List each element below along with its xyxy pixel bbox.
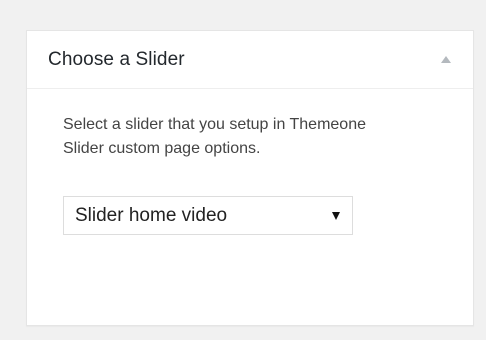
slider-select[interactable]: Slider home video (63, 196, 353, 235)
metabox-title: Choose a Slider (48, 48, 185, 70)
slider-description: Select a slider that you setup in Themeo… (63, 116, 366, 157)
triangle-down-icon (332, 211, 340, 220)
choose-slider-metabox: Choose a Slider Select a slider that you… (26, 30, 474, 326)
triangle-up-icon[interactable] (441, 56, 451, 63)
slider-select-value: Slider home video (75, 204, 228, 226)
metabox-body: Select a slider that you setup in Themeo… (27, 89, 473, 235)
metabox-header[interactable]: Choose a Slider (27, 31, 473, 89)
